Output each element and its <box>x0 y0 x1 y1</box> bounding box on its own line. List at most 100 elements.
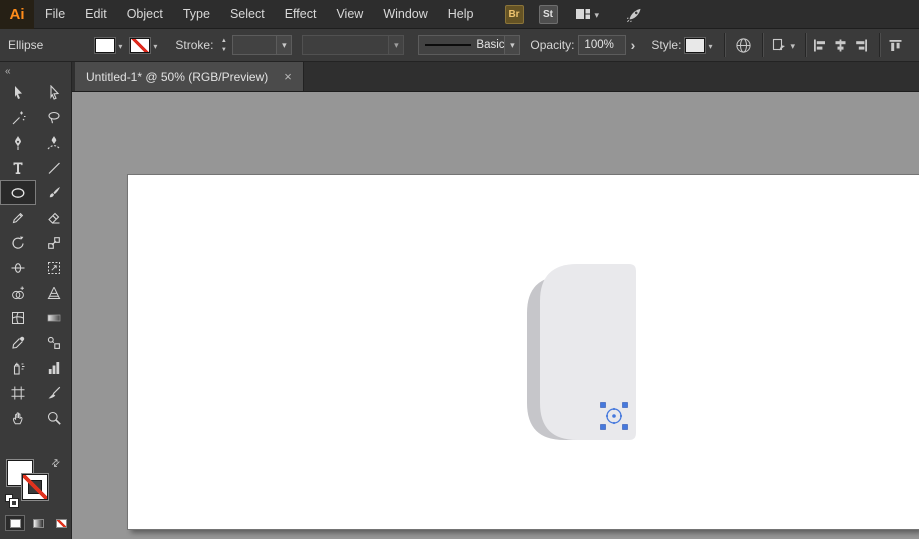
column-graph-tool[interactable] <box>36 355 72 380</box>
zoom-tool[interactable] <box>36 405 72 430</box>
stroke-weight-combo[interactable] <box>232 35 293 55</box>
hand-tool[interactable] <box>0 405 36 430</box>
direct-selection-tool-icon <box>50 84 60 100</box>
blend-tool-icon <box>47 336 60 349</box>
gradient-tool[interactable] <box>36 305 72 330</box>
swap-fill-stroke-icon[interactable]: ⇄ <box>49 457 63 471</box>
eyedropper-tool[interactable] <box>0 330 36 355</box>
artboard[interactable] <box>128 175 919 529</box>
selection-widget[interactable] <box>600 402 628 430</box>
selection-handle[interactable] <box>600 402 606 408</box>
stock-button[interactable]: St <box>538 4 558 24</box>
stroke-style-combo[interactable]: Basic <box>418 35 521 55</box>
menu-help[interactable]: Help <box>439 0 483 29</box>
stepper-up-icon[interactable] <box>219 37 228 44</box>
tools-panel: « ⇄ <box>0 62 72 539</box>
selection-center-point <box>612 414 616 418</box>
magic-wand-tool[interactable] <box>0 105 36 130</box>
opacity-combo[interactable]: 100% <box>578 35 627 55</box>
perspective-grid-tool[interactable] <box>36 280 72 305</box>
menu-type[interactable]: Type <box>174 0 219 29</box>
eraser-tool[interactable] <box>36 205 72 230</box>
selection-handle[interactable] <box>600 424 606 430</box>
opacity-label[interactable]: Opacity: <box>530 38 574 52</box>
stroke-color-swatch[interactable] <box>22 474 48 500</box>
tab-close-button[interactable]: × <box>284 70 292 83</box>
align-center-button[interactable] <box>833 38 848 53</box>
shape-builder-tool[interactable] <box>0 280 36 305</box>
selection-tool[interactable] <box>0 80 36 105</box>
eyedropper-tool-icon <box>12 336 25 349</box>
canvas-area[interactable] <box>72 92 919 539</box>
tools-grid <box>0 80 71 430</box>
graphic-style-arrow[interactable] <box>708 38 712 52</box>
lasso-tool-icon <box>48 111 60 123</box>
fill-swatch[interactable] <box>95 37 116 53</box>
align-top-icon <box>889 39 902 51</box>
scale-tool[interactable] <box>36 230 72 255</box>
stroke-color-control[interactable] <box>130 37 157 53</box>
artboard-tool[interactable] <box>0 380 36 405</box>
brush-definition-combo[interactable] <box>302 35 405 55</box>
type-tool[interactable] <box>0 155 36 180</box>
document-tab[interactable]: Untitled-1* @ 50% (RGB/Preview) × <box>75 62 304 91</box>
stroke-dropdown-arrow[interactable] <box>153 38 157 52</box>
free-transform-tool[interactable] <box>36 255 72 280</box>
style-label: Style: <box>651 38 682 52</box>
mesh-tool[interactable] <box>0 305 36 330</box>
stroke-weight-stepper[interactable] <box>219 37 228 53</box>
align-options-button[interactable] <box>771 37 795 53</box>
shaper-tool[interactable] <box>0 205 36 230</box>
stroke-style-arrow[interactable] <box>504 36 520 54</box>
graphic-style-control[interactable] <box>685 37 712 53</box>
menu-view[interactable]: View <box>327 0 372 29</box>
workspace-dropdown-arrow[interactable] <box>595 7 600 21</box>
stroke-weight-arrow[interactable] <box>276 36 292 54</box>
lasso-tool[interactable] <box>36 105 72 130</box>
graphic-style-swatch[interactable] <box>685 37 706 53</box>
fill-dropdown-arrow[interactable] <box>118 38 122 52</box>
artboard-tool-icon <box>11 386 25 399</box>
menu-select[interactable]: Select <box>221 0 274 29</box>
menu-file[interactable]: File <box>36 0 74 29</box>
stroke-swatch[interactable] <box>130 37 151 53</box>
align-right-button[interactable] <box>854 38 869 53</box>
selection-handle[interactable] <box>622 424 628 430</box>
divider <box>724 33 726 57</box>
gpu-performance-button[interactable] <box>626 6 643 23</box>
line-segment-tool[interactable] <box>36 155 72 180</box>
bridge-button[interactable]: Br <box>504 4 524 24</box>
symbol-sprayer-tool[interactable] <box>0 355 36 380</box>
document-tab-bar: Untitled-1* @ 50% (RGB/Preview) × <box>72 62 919 92</box>
rotate-tool[interactable] <box>0 230 36 255</box>
none-button[interactable] <box>51 515 71 531</box>
fill-color-control[interactable] <box>95 37 122 53</box>
align-left-button[interactable] <box>812 38 827 53</box>
workspace-switcher[interactable] <box>575 7 600 21</box>
globe-icon <box>736 37 752 53</box>
default-fill-stroke-icon[interactable] <box>5 494 19 508</box>
menu-window[interactable]: Window <box>374 0 436 29</box>
menu-effect[interactable]: Effect <box>276 0 326 29</box>
direct-selection-tool[interactable] <box>36 80 72 105</box>
selection-handle[interactable] <box>622 402 628 408</box>
slice-tool[interactable] <box>36 380 72 405</box>
slice-tool-icon <box>48 386 61 398</box>
recolor-artwork-button[interactable] <box>735 37 752 54</box>
width-tool[interactable] <box>0 255 36 280</box>
stepper-down-icon[interactable] <box>219 46 228 53</box>
color-button[interactable] <box>5 515 25 531</box>
curvature-tool[interactable] <box>36 130 72 155</box>
align-top-button[interactable] <box>888 38 903 53</box>
menu-edit[interactable]: Edit <box>76 0 116 29</box>
panel-collapse-button[interactable]: « <box>5 66 11 77</box>
menu-object[interactable]: Object <box>118 0 172 29</box>
pen-tool[interactable] <box>0 130 36 155</box>
blend-tool[interactable] <box>36 330 72 355</box>
align-options-arrow[interactable] <box>790 38 795 52</box>
gradient-button[interactable] <box>28 515 48 531</box>
opacity-slider-arrow[interactable] <box>626 35 639 55</box>
ellipse-tool[interactable] <box>0 180 36 205</box>
brush-definition-arrow[interactable] <box>388 36 404 54</box>
paintbrush-tool[interactable] <box>36 180 72 205</box>
